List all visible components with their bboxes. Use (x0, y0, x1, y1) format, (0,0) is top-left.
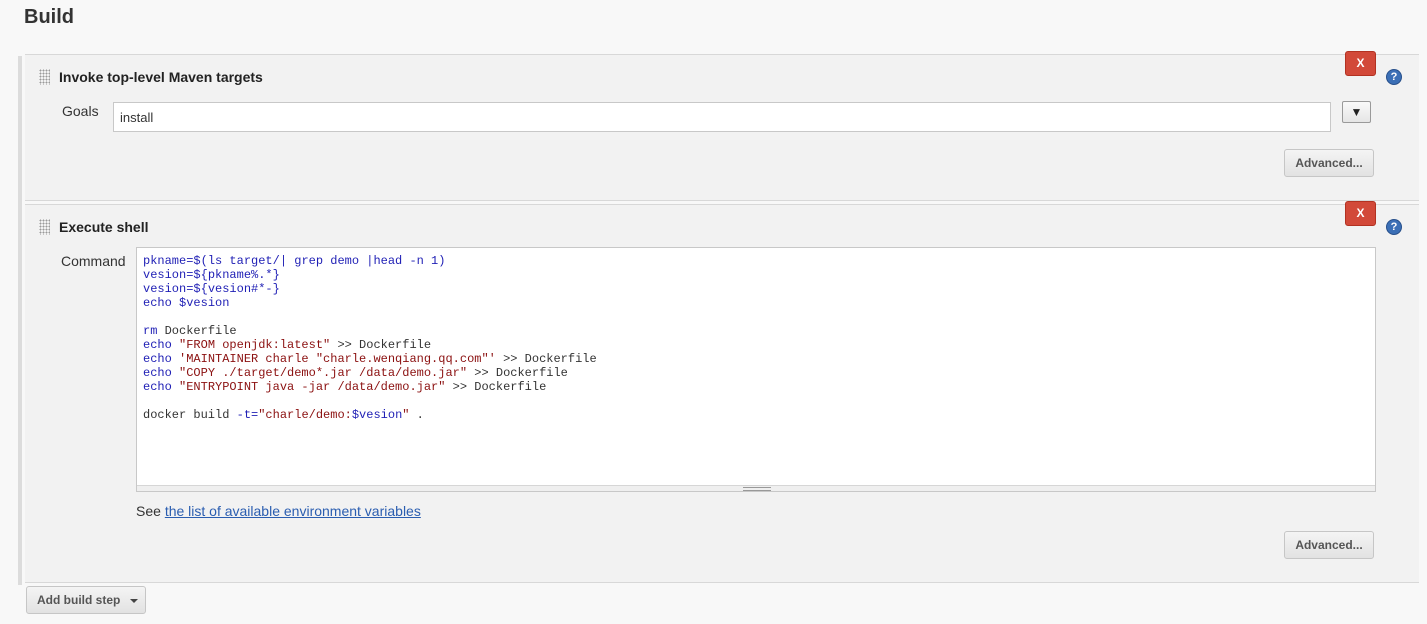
code-token: "ENTRYPOINT java -jar /data/demo.jar" (179, 380, 446, 394)
code-token: $vesion (351, 408, 403, 422)
textarea-resize-bar[interactable] (137, 485, 1375, 491)
env-vars-line: See the list of available environment va… (136, 503, 421, 519)
drag-handle-icon[interactable] (39, 219, 50, 235)
step-title: Execute shell (59, 219, 149, 235)
code-line: echo "FROM openjdk:latest" >> Dockerfile (143, 338, 1369, 352)
env-vars-link[interactable]: the list of available environment variab… (165, 503, 421, 519)
code-line: echo $vesion (143, 296, 1369, 310)
build-step-maven: Invoke top-level Maven targets X ? Goals… (25, 51, 1419, 201)
page-title: Build (24, 6, 74, 28)
code-token: ${vesion#*-} (193, 282, 280, 296)
delete-step-button[interactable]: X (1345, 51, 1376, 76)
drag-handle-icon[interactable] (39, 69, 50, 85)
advanced-button[interactable]: Advanced... (1284, 531, 1374, 559)
code-token: ${pkname%.*} (193, 268, 280, 282)
goals-label: Goals (62, 103, 99, 119)
code-line: vesion=${pkname%.*} (143, 268, 1369, 282)
delete-step-button[interactable]: X (1345, 201, 1376, 226)
code-token: echo (143, 296, 180, 310)
code-token: echo (143, 352, 180, 366)
code-token: rm (143, 324, 165, 338)
code-line: docker build -t="charle/demo:$vesion" . (143, 408, 1369, 422)
add-build-step-label: Add build step (37, 593, 121, 607)
code-line: rm Dockerfile (143, 324, 1369, 338)
step-title: Invoke top-level Maven targets (59, 69, 263, 85)
code-line: echo "COPY ./target/demo*.jar /data/demo… (143, 366, 1369, 380)
code-token: $vesion (179, 296, 230, 310)
code-token: docker build (143, 408, 237, 422)
advanced-button[interactable]: Advanced... (1284, 149, 1374, 177)
code-token: -t= (236, 408, 259, 422)
code-token: >> Dockerfile (467, 366, 568, 380)
env-prefix: See (136, 503, 165, 519)
code-token: vesion= (143, 268, 194, 282)
help-icon[interactable]: ? (1386, 219, 1402, 235)
code-token: echo (143, 380, 180, 394)
code-token: >> Dockerfile (330, 338, 432, 352)
goals-input[interactable] (113, 102, 1331, 132)
code-token: echo (143, 366, 180, 380)
code-token: echo (143, 338, 180, 352)
code-token: vesion= (143, 282, 194, 296)
code-line: vesion=${vesion#*-} (143, 282, 1369, 296)
code-token: Dockerfile (164, 324, 237, 338)
command-textarea[interactable]: pkname=$(ls target/| grep demo |head -n … (136, 247, 1376, 492)
help-icon[interactable]: ? (1386, 69, 1402, 85)
command-code[interactable]: pkname=$(ls target/| grep demo |head -n … (137, 248, 1375, 422)
build-steps-rule (18, 56, 22, 585)
code-token: "COPY ./target/demo*.jar /data/demo.jar" (179, 366, 468, 380)
code-line: echo "ENTRYPOINT java -jar /data/demo.ja… (143, 380, 1369, 394)
code-token: pkname= (143, 254, 194, 268)
code-line: echo 'MAINTAINER charle "charle.wenqiang… (143, 352, 1369, 366)
code-token: "FROM openjdk:latest" (179, 338, 331, 352)
add-build-step-button[interactable]: Add build step (26, 586, 146, 614)
code-token: >> Dockerfile (495, 352, 597, 366)
caret-down-icon (130, 599, 138, 603)
command-label: Command (61, 253, 126, 269)
code-token: . (409, 408, 424, 422)
build-step-shell: Execute shell X ? Command pkname=$(ls ta… (25, 201, 1419, 583)
resize-grip-icon[interactable] (743, 487, 771, 491)
code-line: pkname=$(ls target/| grep demo |head -n … (143, 254, 1369, 268)
code-token: 'MAINTAINER charle "charle.wenqiang.qq.c… (179, 352, 496, 366)
expand-goals-button[interactable]: ▼ (1342, 101, 1371, 123)
code-token: "charle/demo: (258, 408, 352, 422)
code-token: $(ls target/| grep demo |head -n 1) (193, 254, 446, 268)
code-token: >> Dockerfile (445, 380, 547, 394)
